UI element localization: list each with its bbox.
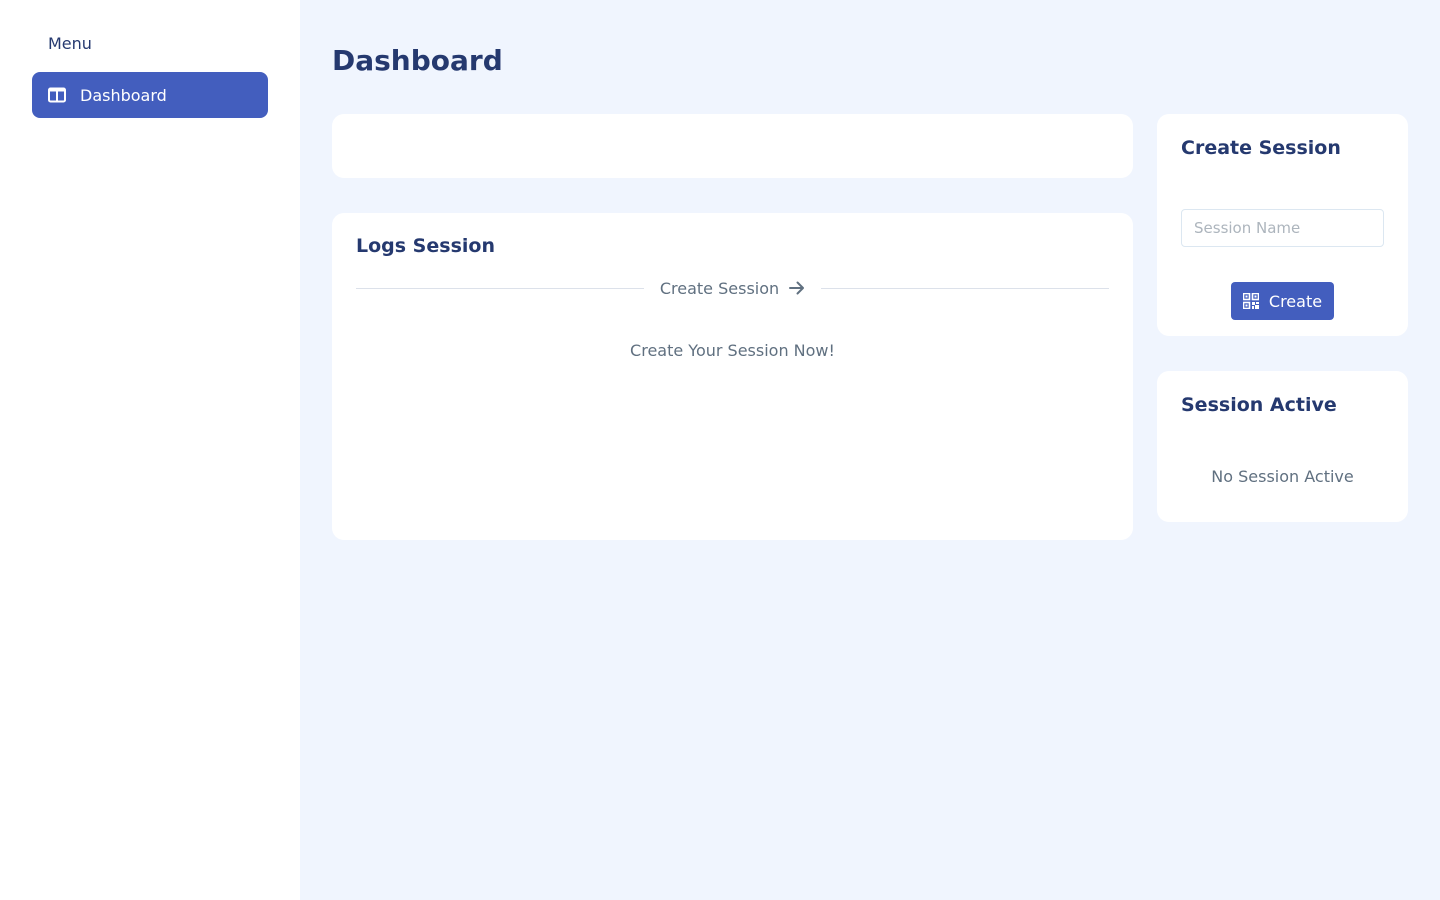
top-card bbox=[332, 114, 1133, 178]
logs-empty-message: Create Your Session Now! bbox=[630, 341, 835, 360]
session-active-card: Session Active No Session Active bbox=[1157, 371, 1408, 522]
layout-icon bbox=[48, 87, 66, 103]
create-button[interactable]: Create bbox=[1231, 282, 1334, 320]
sidebar-item-dashboard[interactable]: Dashboard bbox=[32, 72, 268, 118]
create-session-link[interactable]: Create Session bbox=[644, 279, 821, 298]
create-button-label: Create bbox=[1268, 291, 1323, 311]
divider-line-right bbox=[821, 287, 1110, 289]
create-session-link-label: Create Session bbox=[659, 278, 780, 298]
sidebar-item-label: Dashboard bbox=[80, 85, 167, 105]
logs-session-card: Logs Session Create Session Create Your … bbox=[332, 213, 1133, 540]
arrow-right-icon bbox=[789, 281, 805, 295]
logs-session-title: Logs Session bbox=[356, 235, 495, 257]
sidebar-menu-title: Menu bbox=[48, 34, 92, 53]
sidebar: Menu Dashboard bbox=[0, 0, 300, 900]
create-session-card: Create Session Create bbox=[1157, 114, 1408, 336]
session-active-title: Session Active bbox=[1181, 394, 1337, 416]
logs-divider: Create Session bbox=[356, 277, 1110, 299]
page-title: Dashboard bbox=[332, 44, 503, 77]
create-session-title: Create Session bbox=[1181, 137, 1341, 159]
main-content: Dashboard Logs Session Create Session Cr… bbox=[300, 0, 1440, 900]
session-active-empty-message: No Session Active bbox=[1211, 467, 1354, 486]
divider-line-left bbox=[356, 287, 644, 289]
session-name-input[interactable] bbox=[1181, 209, 1384, 247]
qr-code-icon bbox=[1242, 293, 1259, 309]
